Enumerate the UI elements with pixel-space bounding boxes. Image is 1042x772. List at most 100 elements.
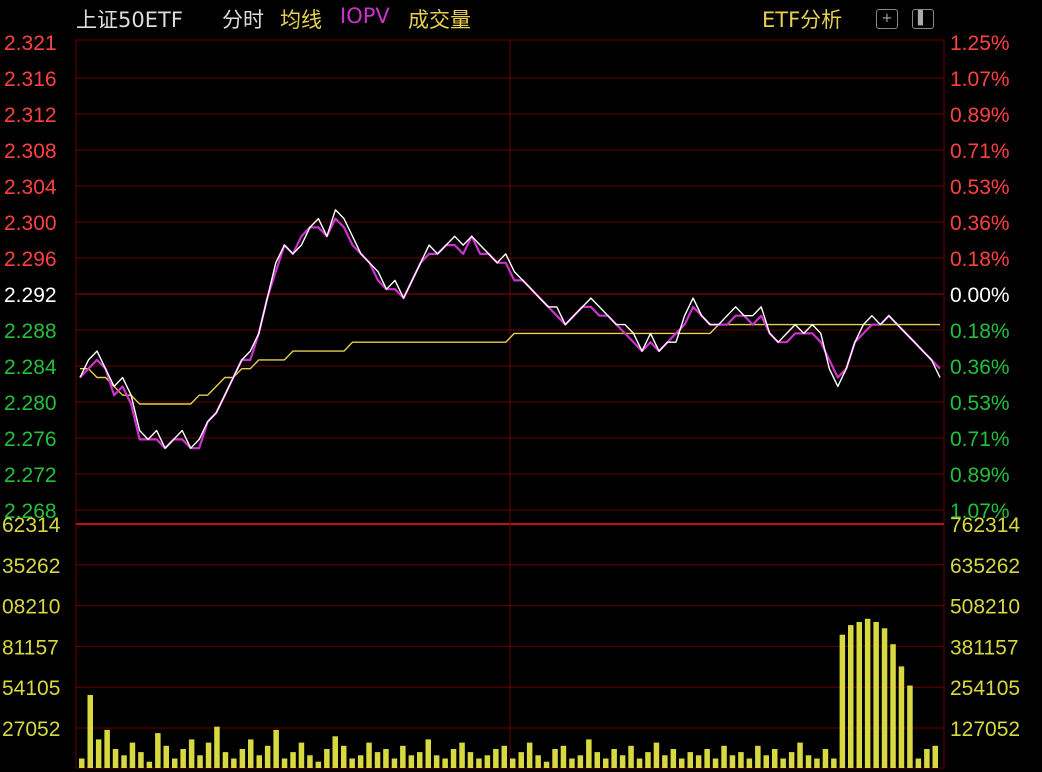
volume-bar — [780, 758, 786, 768]
volume-bar — [264, 745, 271, 768]
volume-bar — [476, 758, 482, 768]
left-price-tick: 2.280 — [4, 392, 57, 415]
right-percent-tick: 0.00% — [950, 284, 1010, 307]
right-volume-tick: 635262 — [950, 555, 1020, 578]
volume-bar — [924, 749, 930, 768]
left-price-tick: 2.316 — [4, 68, 57, 91]
volume-bar — [898, 666, 905, 768]
volume-bar — [535, 755, 541, 768]
volume-bar — [433, 755, 440, 768]
volume-bar — [112, 749, 119, 768]
right-percent-tick: 0.36% — [950, 212, 1010, 235]
volume-bar — [577, 755, 584, 768]
volume-bar — [881, 628, 888, 768]
volume-bar — [763, 755, 769, 768]
volume-bar — [712, 758, 719, 768]
mode-label[interactable]: 分时 — [222, 4, 264, 34]
volume-bar — [518, 752, 524, 768]
right-volume-tick: 127052 — [950, 718, 1020, 741]
volume-bar — [890, 644, 896, 768]
volume-bar — [172, 758, 178, 768]
volume-bar — [628, 745, 634, 768]
right-percent-tick: 0.18% — [950, 320, 1010, 343]
left-volume-tick: 54105 — [2, 677, 60, 700]
right-volume-tick: 254105 — [950, 677, 1020, 700]
right-volume-tick: 762314 — [950, 514, 1020, 537]
right-percent-tick: 0.89% — [950, 464, 1010, 487]
right-percent-tick: 0.53% — [950, 176, 1010, 199]
right-volume-tick: 508210 — [950, 596, 1020, 619]
volume-bar — [603, 758, 609, 768]
right-percent-tick: 0.71% — [950, 140, 1010, 163]
volume-bars — [79, 618, 938, 768]
intraday-chart: 2.321 1.25% 2.316 1.07% 2.312 0.89% 2.308 0.71%… — [2, 32, 1020, 769]
avg-legend: 均线 — [280, 8, 322, 32]
volume-bar — [569, 758, 575, 768]
volume-bar — [822, 749, 829, 768]
volume-bar — [79, 758, 85, 768]
left-price-tick: 2.276 — [4, 428, 57, 451]
right-percent-tick: 0.18% — [950, 248, 1010, 271]
volume-bar — [425, 739, 431, 768]
volume-bar — [746, 758, 753, 768]
volume-bar — [129, 742, 136, 768]
volume-bar — [839, 634, 846, 768]
volume-bar — [856, 622, 862, 768]
volume-bar — [721, 745, 727, 768]
right-percent-tick: 0.89% — [950, 104, 1010, 127]
left-price-tick: 2.312 — [4, 104, 57, 127]
volume-bar — [526, 742, 533, 768]
volume-bar — [510, 758, 516, 768]
left-price-tick: 2.272 — [4, 464, 57, 487]
right-percent-tick: 1.07% — [950, 68, 1010, 91]
volume-bar — [484, 755, 491, 768]
volume-bar — [95, 739, 102, 768]
volume-bar — [400, 745, 406, 768]
volume-bar — [501, 745, 507, 768]
volume-bar — [755, 745, 761, 768]
volume-bar — [932, 745, 938, 768]
volume-bar — [636, 758, 643, 768]
volume-bar — [687, 752, 693, 768]
volume-bar — [366, 742, 372, 768]
left-volume-tick: 08210 — [2, 596, 60, 619]
volume-bar — [907, 685, 913, 768]
volume-bar — [738, 752, 744, 768]
volume-bar — [645, 752, 651, 768]
panel-toggle-icon[interactable]: ▌ — [912, 9, 934, 29]
left-price-tick: 2.300 — [4, 212, 57, 235]
volume-bar — [205, 742, 212, 768]
volume-bar — [704, 749, 710, 768]
right-volume-tick: 381157 — [950, 636, 1019, 659]
right-percent-tick: 1.25% — [950, 32, 1010, 55]
volume-bar — [417, 752, 423, 768]
volume-bar — [408, 755, 415, 768]
volume-bar — [772, 749, 778, 768]
volume-bar — [594, 752, 600, 768]
volume-legend: 成交量 — [408, 8, 471, 32]
volume-bar — [281, 758, 288, 768]
volume-bar — [332, 736, 338, 768]
etf-analysis-button[interactable]: ETF分析 — [762, 4, 842, 34]
right-percent-tick: 0.71% — [950, 428, 1010, 451]
volume-bar — [442, 758, 448, 768]
volume-bar — [324, 749, 330, 768]
volume-bar — [239, 749, 246, 768]
volume-bar — [188, 739, 195, 768]
zoom-in-icon[interactable]: + — [876, 9, 898, 29]
volume-bar — [315, 761, 322, 768]
volume-bar — [467, 752, 474, 768]
left-price-tick: 2.292 — [4, 284, 57, 307]
volume-bar — [560, 745, 567, 768]
volume-bar — [729, 755, 736, 768]
volume-bar — [543, 761, 550, 768]
iopv-legend: IOPV — [340, 4, 390, 28]
volume-bar — [915, 758, 922, 768]
volume-bar — [383, 749, 389, 768]
instrument-name: 上证50ETF — [76, 8, 183, 32]
chart-grid — [75, 39, 945, 769]
volume-bar — [155, 733, 161, 768]
volume-bar — [662, 755, 668, 768]
volume-bar — [87, 695, 93, 768]
volume-bar — [104, 729, 110, 768]
